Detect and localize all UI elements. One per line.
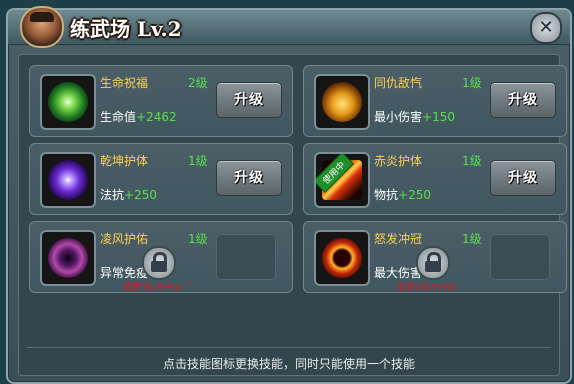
golden-dragon-icon[interactable] <box>314 74 370 130</box>
skill-card-qiankun-huti: 乾坤护体 1级 法抗+250 升级 <box>29 143 293 215</box>
skill-name: 同仇敌忾 <box>374 76 423 90</box>
green-lotus-icon[interactable] <box>40 74 96 130</box>
red-burst-icon[interactable] <box>314 230 370 286</box>
dark-vortex-icon[interactable] <box>40 230 96 286</box>
divider <box>27 347 551 348</box>
panel-title: 练武场 Lv.2 <box>70 17 182 41</box>
skill-stat: 生命值+2462 <box>100 110 177 124</box>
skill-level: 2级 <box>188 76 208 90</box>
unlock-requirement: 需要3级才开启 <box>123 283 183 293</box>
skill-stat: 异常免疫 <box>100 266 149 280</box>
empty-button-slot <box>216 234 276 280</box>
close-icon: ✕ <box>538 17 554 38</box>
skill-card-shengming-zhufu: 生命祝福 2级 生命值+2462 升级 <box>29 65 293 137</box>
skill-level: 1级 <box>188 154 208 168</box>
skill-stat: 最大伤害 <box>374 266 423 280</box>
lock-icon <box>142 246 176 280</box>
skill-stat: 法抗+250 <box>100 188 157 202</box>
skill-name: 生命祝福 <box>100 76 149 90</box>
lock-icon <box>416 246 450 280</box>
skill-level: 1级 <box>462 154 482 168</box>
upgrade-button[interactable]: 升级 <box>490 160 556 196</box>
empty-button-slot <box>490 234 550 280</box>
skill-level: 1级 <box>188 232 208 246</box>
skill-card-lingfeng-huyou: 凌风护佑 1级 异常免疫 需要3级才开启 <box>29 221 293 293</box>
skill-card-chiyan-huti: 使用中 赤炎护体 1级 物抗+250 升级 <box>303 143 567 215</box>
skill-level: 1级 <box>462 232 482 246</box>
upgrade-button[interactable]: 升级 <box>490 82 556 118</box>
skill-level: 1级 <box>462 76 482 90</box>
upgrade-button[interactable]: 升级 <box>216 160 282 196</box>
close-button[interactable]: ✕ <box>530 12 562 44</box>
skill-name: 乾坤护体 <box>100 154 149 168</box>
avatar-icon <box>20 6 64 48</box>
upgrade-button[interactable]: 升级 <box>216 82 282 118</box>
unlock-requirement: 需要3级才开启 <box>397 283 457 293</box>
title-bar: 练武场 Lv.2 ✕ <box>8 6 570 48</box>
footer-hint: 点击技能图标更换技能，同时只能使用一个技能 <box>162 357 415 371</box>
skill-name: 赤炎护体 <box>374 154 423 168</box>
skill-card-tongchou-dikai: 同仇敌忾 1级 最小伤害+150 升级 <box>303 65 567 137</box>
training-ground-panel: 练武场 Lv.2 ✕ 生命祝福 2级 生命值+2462 升级 同仇敌忾 1级 最… <box>6 6 572 384</box>
skill-stat: 物抗+250 <box>374 188 431 202</box>
skill-card-nufa-chongguan: 怒发冲冠 1级 最大伤害 需要3级才开启 <box>303 221 567 293</box>
fire-sword-icon[interactable]: 使用中 <box>314 152 370 208</box>
skill-stat: 最小伤害+150 <box>374 110 455 124</box>
skills-area: 生命祝福 2级 生命值+2462 升级 同仇敌忾 1级 最小伤害+150 升级 … <box>18 54 567 376</box>
skill-name: 怒发冲冠 <box>374 232 423 246</box>
purple-vortex-icon[interactable] <box>40 152 96 208</box>
skill-name: 凌风护佑 <box>100 232 149 246</box>
